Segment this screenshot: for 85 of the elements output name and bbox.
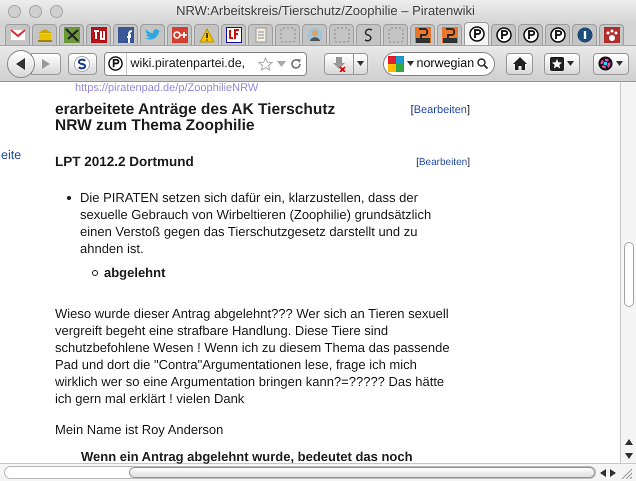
round-logo-icon <box>576 27 592 43</box>
browser-tab[interactable] <box>356 24 381 45</box>
browser-tab[interactable] <box>518 24 543 45</box>
placeholder-icon <box>334 27 350 43</box>
pad-icon <box>442 27 458 43</box>
reply-text: Wenn ein Antrag abgelehnt wurde, bedeutet das noch <box>81 449 413 464</box>
window-title: NRW:Arbeitskreis/Tierschutz/Zoophilie – Piratenwiki <box>175 2 476 20</box>
bracket-text: [ <box>410 103 414 118</box>
bookmarks-button[interactable] <box>544 52 580 74</box>
scroll-thumb[interactable] <box>129 467 595 478</box>
search-icon[interactable] <box>477 58 488 69</box>
right-triangle-icon <box>42 58 50 68</box>
left-triangle-icon <box>16 58 26 70</box>
sail-logo-icon <box>522 27 538 43</box>
subsection-heading: LPT 2012.2 Dortmund <box>55 153 194 171</box>
download-menu-button[interactable] <box>354 52 368 74</box>
placeholder-icon <box>388 27 404 43</box>
sail-logo-icon <box>496 27 512 43</box>
result-text: abgelehnt <box>104 264 166 282</box>
download-button[interactable] <box>324 52 354 74</box>
browser-tab[interactable] <box>59 24 84 45</box>
letters-frame-icon <box>226 27 242 43</box>
motion-text: Die PIRATEN setzen sich dafür ein, klarzustellen, dass der sexuelle Gebrauch von Wirbeltieren (Zoophilie) grundsätzlich einen Verstoß gegen das Tierschutzgesetz darstellt und zu ahnden ist. <box>80 189 432 258</box>
bracket-text: [ <box>416 156 419 170</box>
building-icon <box>36 28 52 42</box>
edit-link[interactable]: Bearbeiten <box>414 102 467 118</box>
pad-icon <box>414 27 430 43</box>
section-heading: erarbeitete Anträge des AK Tierschutz NRW zum Thema Zoophilie <box>55 102 336 134</box>
s-circle-icon <box>74 56 90 72</box>
star-icon[interactable] <box>258 56 272 70</box>
back-button[interactable] <box>7 50 35 78</box>
browser-tab[interactable] <box>410 24 435 45</box>
star-box-icon <box>550 56 564 70</box>
down-arrow-icon[interactable] <box>624 453 632 459</box>
browser-tab[interactable] <box>221 24 246 45</box>
colored-squares-icon[interactable] <box>388 56 404 72</box>
dropdown-caret-icon <box>616 61 624 66</box>
url-text: wiki.piratenpartei.de, <box>130 55 246 72</box>
browser-tab[interactable] <box>491 24 516 45</box>
browser-tab[interactable] <box>437 24 462 45</box>
download-arrow-icon <box>330 56 346 72</box>
dropdown-caret-icon[interactable] <box>406 61 414 66</box>
up-arrow-icon[interactable] <box>624 439 632 445</box>
edit-link[interactable]: Bearbeiten <box>418 154 468 170</box>
document-icon <box>254 27 268 43</box>
placeholder-icon <box>280 27 296 43</box>
home-icon <box>512 57 526 70</box>
sail-logo-icon <box>108 56 123 71</box>
horizontal-scrollbar[interactable] <box>0 463 636 481</box>
home-button[interactable] <box>506 52 533 74</box>
color-wheel-icon <box>598 56 614 71</box>
vertical-scrollbar[interactable] <box>620 82 636 463</box>
search-text: norwegian <box>416 55 474 72</box>
search-field[interactable]: norwegian <box>382 52 496 76</box>
browser-tab[interactable] <box>545 24 570 45</box>
sidebar-link[interactable]: eite <box>0 146 22 165</box>
browser-tab[interactable] <box>464 22 489 45</box>
resize-grip-icon[interactable] <box>620 466 632 478</box>
sail-logo-icon <box>468 26 484 42</box>
color-menu-button[interactable] <box>592 52 629 74</box>
s-extension-button[interactable] <box>68 52 97 74</box>
left-arrow-icon[interactable] <box>600 468 606 476</box>
signature-text: Mein Name ist Roy Anderson <box>55 420 224 439</box>
paw-icon <box>604 27 620 43</box>
comment-text: Wieso wurde dieser Antrag abgelehnt??? Wer sich an Tieren sexuell vergreift begeht eine strafbare Handlung. Diese Tiere sind schutzbefohlene Wesen ! Wenn ich zu diesem Thema das passende Pad und dort die "Contra"Argumentationen lese, frage ich mich wirklich wer so eine Argumentation bringen kann?=????? Das hätte ich gern mal erklärt ! vielen Dank <box>55 304 451 407</box>
sail-logo-icon <box>550 27 566 43</box>
browser-tab[interactable] <box>113 24 138 45</box>
logo-icon <box>90 27 106 43</box>
square-logo-icon <box>118 27 134 43</box>
bracket-text: ] <box>466 103 470 118</box>
warning-icon <box>198 28 214 42</box>
browser-tab[interactable] <box>572 24 597 45</box>
address-field[interactable]: wiki.piratenpartei.de, <box>104 52 306 76</box>
reload-icon[interactable] <box>290 58 302 70</box>
figure-icon <box>306 27 322 43</box>
plus-logo-icon <box>172 27 188 43</box>
dropdown-caret-icon <box>566 61 574 66</box>
browser-tab[interactable] <box>599 24 624 45</box>
bracket-text: ] <box>467 156 470 170</box>
scroll-thumb[interactable] <box>624 242 634 307</box>
right-arrow-icon[interactable] <box>610 468 616 476</box>
bird-icon <box>144 28 162 42</box>
dropdown-caret-icon <box>356 61 364 66</box>
browser-tab[interactable] <box>86 24 111 45</box>
envelope-icon <box>10 29 26 41</box>
